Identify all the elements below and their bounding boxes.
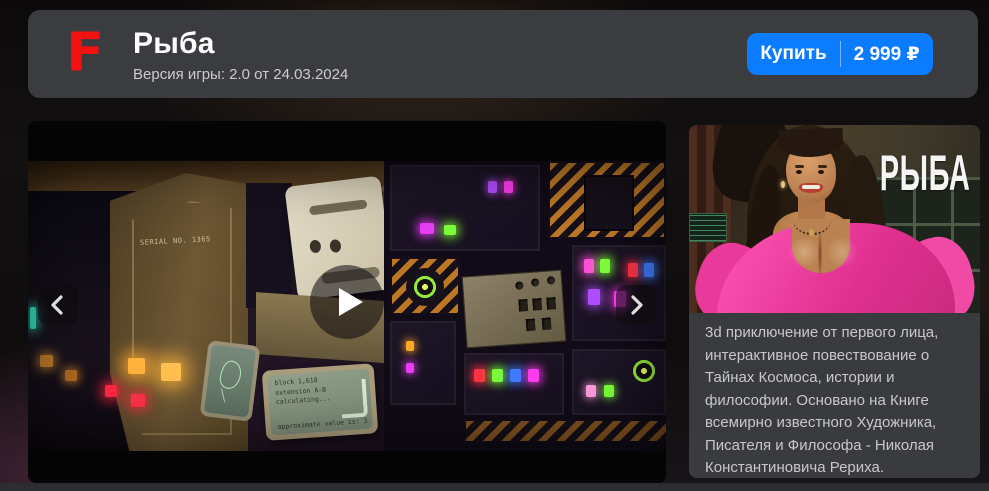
character-smile [799,183,823,193]
page-title: Рыба [133,27,215,60]
character-teeth [802,185,820,189]
character-pendant [809,229,814,236]
next-slide-button[interactable] [616,285,656,325]
cover-title-text: РЫБА [879,145,970,201]
game-description-panel: 3d приключение от первого лица, интеракт… [689,313,980,478]
game-version-label: Версия игры: 2.0 от 24.03.2024 [133,66,349,83]
chevron-right-icon [631,295,643,315]
buy-button[interactable]: Купить 2 999 ₽ [747,33,933,75]
cover-monitor [689,213,727,242]
buy-button-price: 2 999 ₽ [853,43,920,65]
game-info-card: РЫБА 3d приключение от первого лица, инт… [689,125,980,478]
character-eye [818,170,824,174]
f-logo[interactable]: F [66,25,110,81]
character-brow [818,165,827,168]
video-player[interactable]: SERIAL NO. 1365 block 1,618 extension A-… [28,121,666,483]
game-description: 3d приключение от первого лица, интеракт… [705,324,939,476]
buy-button-divider [839,41,841,67]
next-section-edge [0,483,989,491]
character-earring [781,181,785,188]
cover-image: РЫБА [689,125,980,313]
highlight [825,237,859,267]
play-button[interactable] [310,265,384,339]
chevron-left-icon [51,295,63,315]
game-header: F Рыба Версия игры: 2.0 от 24.03.2024 Ку… [28,10,978,98]
highlight [787,237,821,267]
buy-button-label: Купить [760,43,827,64]
character-eye [796,170,802,174]
character-brow [795,165,804,168]
prev-slide-button[interactable] [38,285,78,325]
game-store-page: F Рыба Версия игры: 2.0 от 24.03.2024 Ку… [0,0,989,491]
play-icon [338,288,363,316]
